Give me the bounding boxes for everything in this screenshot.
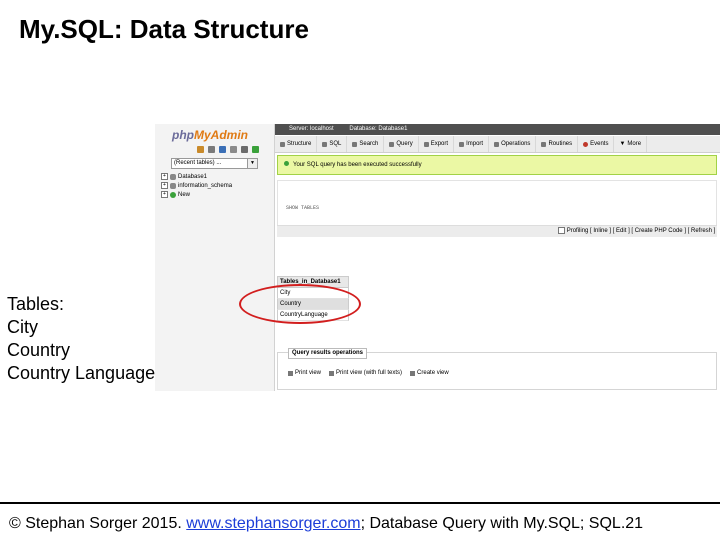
database-icon bbox=[170, 182, 176, 189]
new-database-icon bbox=[170, 191, 176, 198]
help-icon[interactable] bbox=[219, 146, 226, 153]
tree-item-database1[interactable]: + Database1 bbox=[161, 172, 232, 181]
caption-line: Country bbox=[7, 340, 71, 360]
export-icon bbox=[423, 141, 429, 147]
tab-routines[interactable]: Routines bbox=[536, 136, 579, 152]
footer: © Stephan Sorger 2015. www.stephansorger… bbox=[0, 502, 720, 542]
chevron-down-icon: ▼ bbox=[619, 141, 626, 147]
tab-import[interactable]: Import bbox=[454, 136, 490, 152]
exit-icon[interactable] bbox=[208, 146, 215, 153]
navigation-panel: phpMyAdmin (Recent tables) ... ▼ + Datab… bbox=[155, 124, 275, 391]
query-text: SHOW TABLES bbox=[286, 205, 320, 211]
qro-legend: Query results operations bbox=[288, 348, 368, 359]
tab-events[interactable]: Events bbox=[578, 136, 615, 152]
settings-icon[interactable] bbox=[241, 146, 248, 153]
success-message: Your SQL query has been executed success… bbox=[277, 155, 717, 175]
tab-search[interactable]: Search bbox=[347, 136, 385, 152]
expand-icon[interactable]: + bbox=[161, 173, 168, 180]
expand-icon[interactable]: + bbox=[161, 182, 168, 189]
tab-bar: Structure SQL Search Query Export Import… bbox=[275, 136, 720, 153]
tab-structure[interactable]: Structure bbox=[275, 136, 318, 152]
view-icon bbox=[410, 370, 416, 376]
main-panel: Server: localhost Database: Database1 St… bbox=[275, 124, 720, 391]
print-view-full-link[interactable]: Print view (with full texts) bbox=[329, 370, 402, 376]
footer-text: © Stephan Sorger 2015. www.stephansorger… bbox=[9, 515, 644, 532]
nav-icon-bar bbox=[197, 146, 259, 153]
tab-more[interactable]: ▼ More bbox=[614, 136, 648, 152]
breadcrumb: Server: localhost Database: Database1 bbox=[275, 124, 720, 135]
slide-title: My.SQL: Data Structure bbox=[19, 14, 309, 44]
structure-icon bbox=[280, 141, 285, 147]
import-icon bbox=[459, 141, 465, 147]
chevron-down-icon: ▼ bbox=[247, 159, 257, 168]
success-icon bbox=[284, 161, 289, 166]
highlight-ring bbox=[239, 284, 361, 324]
print-icon bbox=[288, 370, 293, 376]
phpmyadmin-logo[interactable]: phpMyAdmin bbox=[172, 128, 248, 142]
database-icon bbox=[170, 173, 176, 180]
caption-line: Tables: bbox=[7, 294, 65, 314]
caption-line: Country Language bbox=[7, 363, 156, 383]
tab-sql[interactable]: SQL bbox=[317, 136, 348, 152]
sql-icon bbox=[322, 141, 328, 147]
profiling-checkbox[interactable] bbox=[557, 226, 565, 234]
recent-tables-select[interactable]: (Recent tables) ... ▼ bbox=[171, 158, 258, 169]
operations-icon bbox=[494, 141, 500, 147]
home-icon[interactable] bbox=[197, 146, 204, 153]
caption-line: City bbox=[7, 317, 38, 337]
routines-icon bbox=[541, 141, 547, 147]
qro-links: Print view Print view (with full texts) … bbox=[288, 370, 449, 376]
create-view-link[interactable]: Create view bbox=[410, 370, 449, 376]
phpmyadmin-screenshot: phpMyAdmin (Recent tables) ... ▼ + Datab… bbox=[155, 124, 720, 391]
query-icon bbox=[389, 141, 395, 147]
breadcrumb-database[interactable]: Database: Database1 bbox=[349, 126, 407, 132]
search-icon bbox=[352, 141, 358, 147]
query-results-operations: Query results operations Print view Prin… bbox=[277, 348, 717, 390]
reload-icon[interactable] bbox=[252, 146, 259, 153]
tables-caption: Tables: City Country Country Language bbox=[7, 293, 155, 385]
footer-link[interactable]: www.stephansorger.com bbox=[186, 515, 360, 532]
breadcrumb-server[interactable]: Server: localhost bbox=[289, 126, 334, 132]
docs-icon[interactable] bbox=[230, 146, 237, 153]
tab-query[interactable]: Query bbox=[384, 136, 419, 152]
print-icon bbox=[329, 370, 335, 376]
tab-operations[interactable]: Operations bbox=[489, 136, 537, 152]
tree-item-new[interactable]: + New bbox=[161, 190, 232, 199]
events-icon bbox=[583, 141, 589, 147]
print-view-link[interactable]: Print view bbox=[288, 370, 321, 376]
expand-icon[interactable]: + bbox=[161, 191, 168, 198]
profiling-links[interactable]: Profiling [ Inline ] [ Edit ] [ Create P… bbox=[567, 228, 716, 234]
profiling-bar: Profiling [ Inline ] [ Edit ] [ Create P… bbox=[277, 225, 717, 237]
tab-export[interactable]: Export bbox=[419, 136, 455, 152]
tree-item-information-schema[interactable]: + information_schema bbox=[161, 181, 232, 190]
database-tree: + Database1 + information_schema + New bbox=[161, 172, 232, 199]
